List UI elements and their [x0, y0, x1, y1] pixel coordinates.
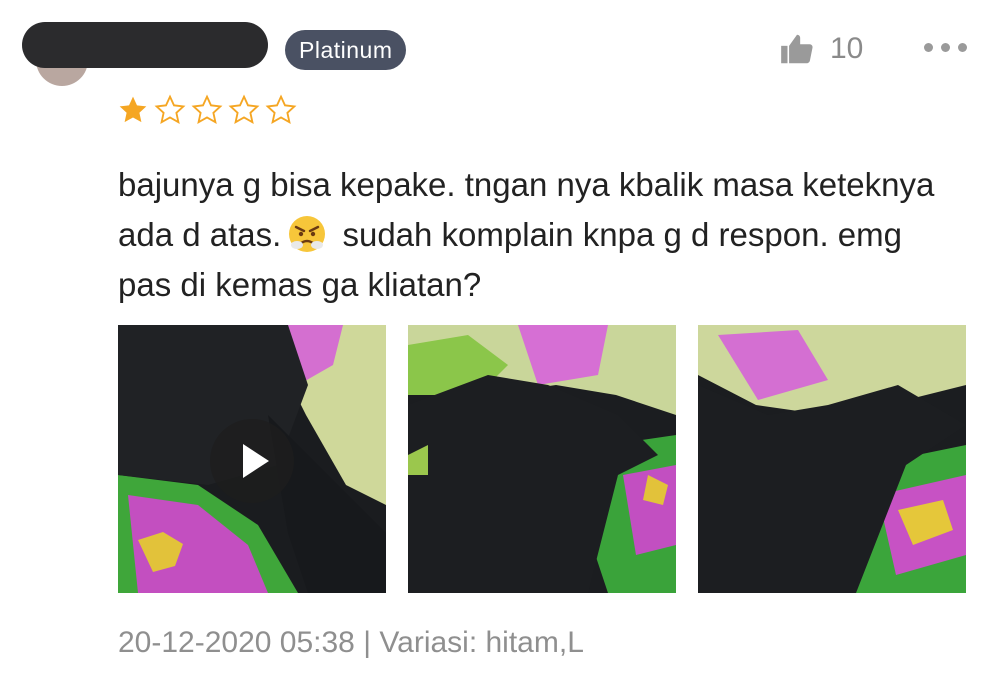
play-icon[interactable] [210, 419, 294, 503]
reviewer-name-redacted [22, 22, 268, 68]
review-date: 20-12-2020 05:38 [118, 626, 355, 659]
review-photo-image [408, 325, 676, 593]
review-photo-image [698, 325, 966, 593]
review-photo-3[interactable] [698, 325, 966, 593]
review-variation: Variasi: hitam,L [379, 626, 584, 659]
star-empty-icon [265, 94, 297, 124]
like-button[interactable]: 10 [778, 30, 863, 68]
review-meta: 20-12-2020 05:38 | Variasi: hitam,L [118, 626, 584, 660]
more-options-icon[interactable] [924, 43, 967, 52]
star-filled-icon [119, 96, 147, 123]
review-text: bajunya g bisa kepake. tngan nya kbalik … [118, 160, 958, 310]
thumbs-up-icon [781, 34, 813, 64]
star-empty-icon [191, 94, 223, 124]
star-empty-icon [154, 94, 186, 124]
meta-separator: | [363, 626, 372, 659]
star-empty-icon [228, 94, 260, 124]
membership-badge: Platinum [285, 30, 407, 70]
rating-stars [117, 94, 297, 126]
review-video-thumbnail[interactable] [118, 325, 386, 593]
angry-face-icon [289, 216, 326, 252]
like-count: 10 [830, 32, 864, 65]
review-photo-2[interactable] [408, 325, 676, 593]
